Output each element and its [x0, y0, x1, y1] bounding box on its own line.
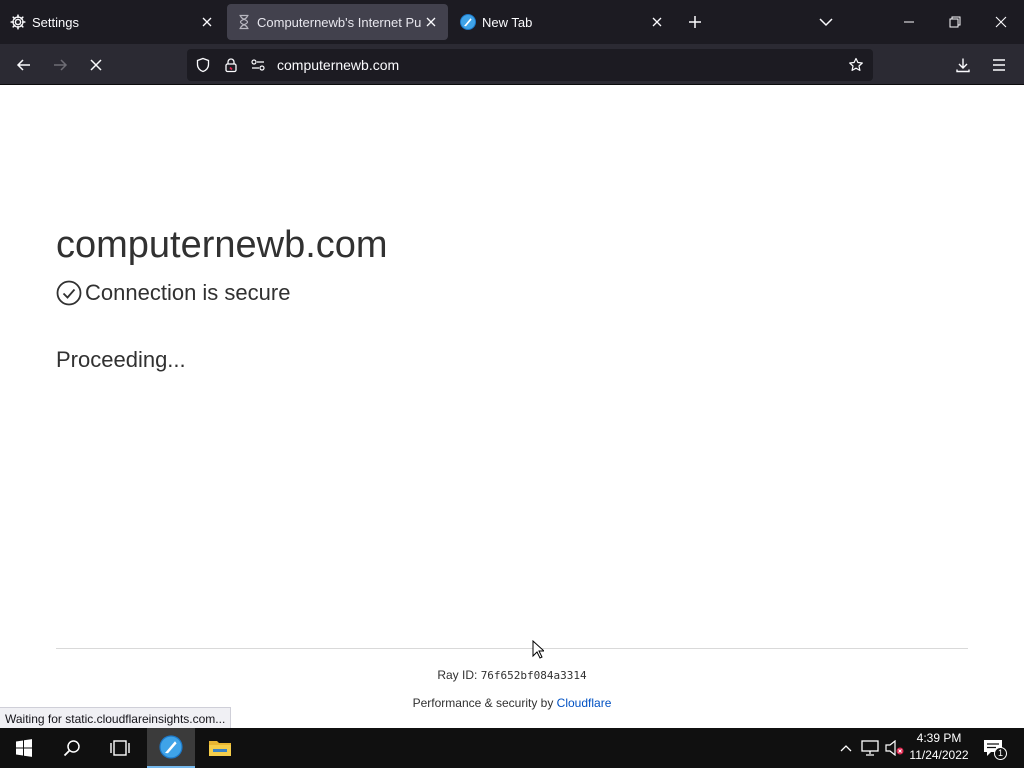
- plus-icon: [689, 16, 701, 28]
- system-clock[interactable]: 4:39 PM 11/24/2022: [904, 730, 974, 764]
- site-permissions-icon[interactable]: [250, 57, 266, 73]
- stop-icon: [90, 59, 102, 71]
- taskbar-browser[interactable]: [147, 728, 195, 768]
- close-icon[interactable]: [648, 13, 666, 31]
- forward-button[interactable]: [44, 50, 76, 80]
- action-center-button[interactable]: 1: [982, 738, 1007, 760]
- tab-label: New Tab: [482, 14, 533, 30]
- hamburger-menu-icon: [993, 59, 1005, 71]
- performance-text: Performance & security by: [412, 696, 554, 710]
- list-all-tabs-button[interactable]: [803, 0, 849, 44]
- minimize-icon: [904, 21, 914, 23]
- task-view-button[interactable]: [96, 728, 144, 768]
- navigation-toolbar: computernewb.com: [0, 44, 1024, 85]
- new-tab-button[interactable]: [672, 0, 718, 44]
- hourglass-icon: [236, 14, 252, 30]
- chevron-down-icon: [819, 18, 833, 27]
- address-bar[interactable]: computernewb.com: [187, 49, 873, 81]
- check-circle-icon: [56, 280, 82, 306]
- mouse-cursor-icon: [532, 639, 546, 665]
- tab-label: Computernewb's Internet Pub: [257, 14, 422, 30]
- browser-logo-icon: [460, 14, 476, 30]
- gear-icon: [10, 14, 26, 30]
- tab-settings[interactable]: Settings: [0, 0, 226, 44]
- folder-icon: [209, 741, 231, 756]
- volume-status[interactable]: [885, 738, 905, 758]
- restore-icon: [949, 16, 961, 28]
- tab-new-tab[interactable]: New Tab: [452, 0, 672, 44]
- arrow-right-icon: [54, 59, 68, 71]
- secure-status: Connection is secure: [56, 279, 290, 307]
- cloudflare-link[interactable]: Cloudflare: [557, 696, 612, 710]
- bookmark-star-icon[interactable]: [848, 57, 864, 73]
- ray-id-row: Ray ID: 76f652bf084a3314: [0, 668, 1024, 682]
- tab-computernewb[interactable]: Computernewb's Internet Pub: [227, 0, 448, 44]
- close-icon[interactable]: [198, 13, 216, 31]
- footer-divider: [56, 648, 968, 649]
- speaker-muted-icon: [885, 740, 904, 756]
- task-view-icon: [110, 740, 130, 756]
- clock-date: 11/24/2022: [909, 748, 969, 762]
- notification-count-badge: 1: [994, 747, 1007, 760]
- secure-text: Connection is secure: [85, 280, 291, 305]
- taskbar: 4:39 PM 11/24/2022 1: [0, 728, 1024, 768]
- close-icon: [995, 16, 1007, 28]
- clock-time: 4:39 PM: [916, 731, 962, 745]
- arrow-left-icon: [16, 59, 30, 71]
- url-text[interactable]: computernewb.com: [277, 49, 399, 81]
- proceeding-text: Proceeding...: [56, 347, 186, 372]
- menu-button[interactable]: [983, 50, 1015, 80]
- start-button[interactable]: [0, 728, 48, 768]
- downloads-button[interactable]: [947, 50, 979, 80]
- stop-loading-button[interactable]: [80, 50, 112, 80]
- search-button[interactable]: [48, 728, 96, 768]
- search-icon: [63, 740, 80, 757]
- tab-label: Settings: [32, 14, 79, 30]
- network-status[interactable]: [860, 738, 880, 758]
- shield-icon[interactable]: [195, 57, 211, 73]
- restore-button[interactable]: [932, 0, 978, 44]
- show-hidden-icons-button[interactable]: [836, 738, 856, 758]
- back-button[interactable]: [8, 50, 40, 80]
- status-panel: Waiting for static.cloudflareinsights.co…: [0, 707, 232, 729]
- download-icon: [956, 58, 970, 73]
- network-icon: [861, 740, 879, 756]
- lock-icon[interactable]: [223, 57, 239, 73]
- close-icon[interactable]: [422, 13, 440, 31]
- ray-id-label: Ray ID:: [437, 668, 478, 682]
- chevron-up-icon: [840, 745, 852, 752]
- browser-logo-icon: [159, 735, 183, 759]
- tab-strip: Settings Computernewb's Internet Pub New…: [0, 0, 1024, 44]
- taskbar-file-explorer[interactable]: [196, 728, 244, 768]
- minimize-button[interactable]: [886, 0, 932, 44]
- windows-logo-icon: [16, 739, 32, 757]
- page-content: computernewb.com Connection is secure Pr…: [0, 85, 1024, 728]
- page-title: computernewb.com: [56, 224, 388, 266]
- ray-id-value: 76f652bf084a3314: [480, 669, 587, 682]
- close-window-button[interactable]: [978, 0, 1024, 44]
